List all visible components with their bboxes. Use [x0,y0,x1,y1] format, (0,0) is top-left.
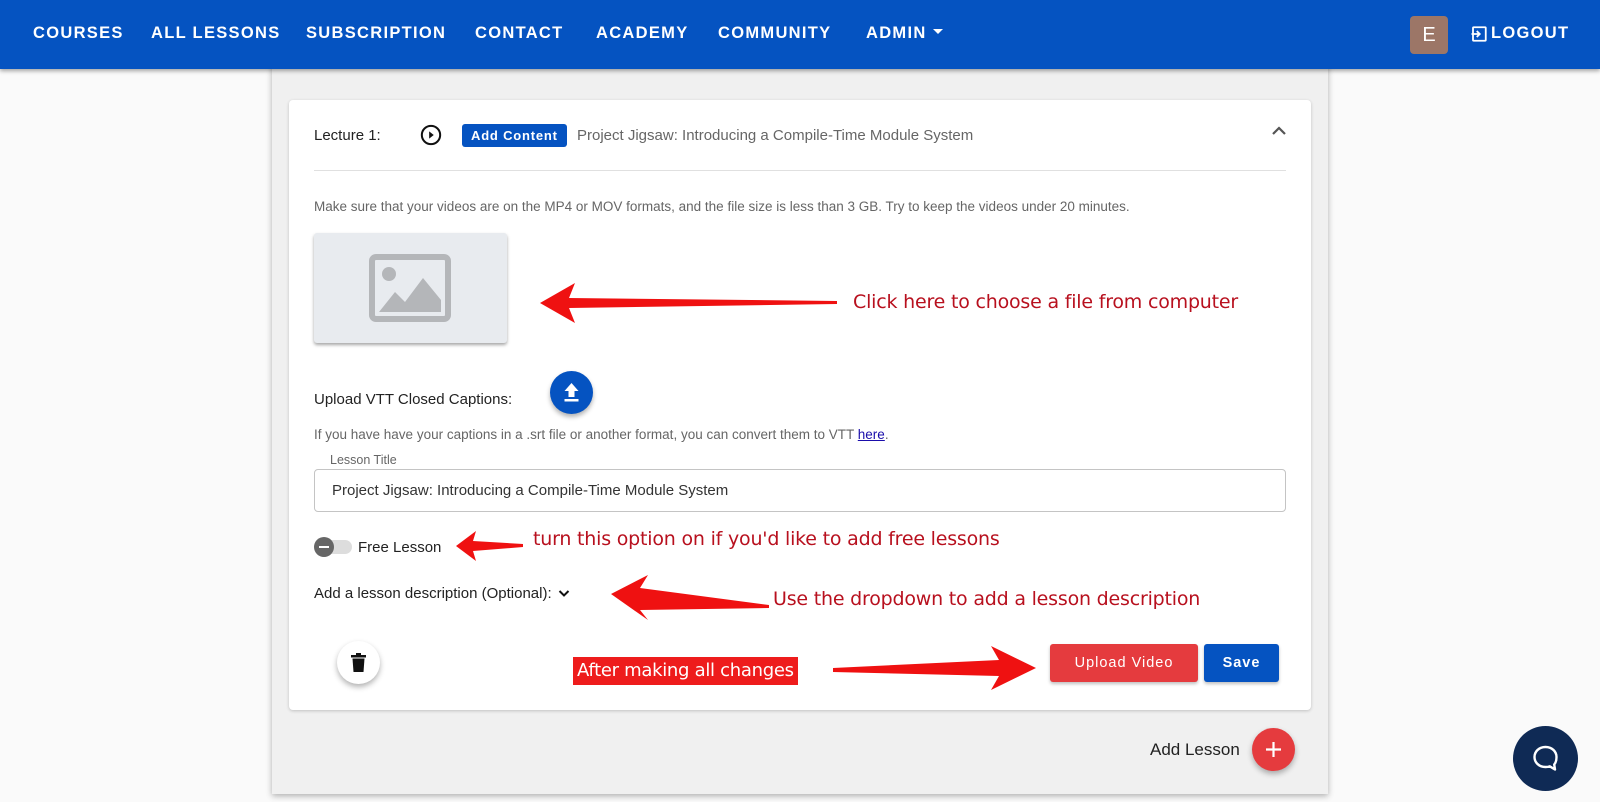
lecture-number: Lecture 1: [314,127,381,144]
add-lesson-label[interactable]: Add Lesson [1150,740,1240,760]
video-file-picker[interactable] [314,233,507,343]
add-content-button[interactable]: Add Content [462,124,567,147]
annotation-arrow-actions [833,646,1036,690]
nav-academy[interactable]: ACADEMY [596,24,689,43]
lesson-description-dropdown[interactable]: Add a lesson description (Optional): [314,585,570,602]
lesson-description-label: Add a lesson description (Optional): [314,585,552,602]
free-lesson-toggle[interactable] [314,537,354,557]
caret-down-icon [932,29,943,35]
annotation-free-lesson: turn this option on if you'd like to add… [533,528,1000,550]
chat-bubble-icon [1533,745,1558,771]
avatar[interactable]: E [1410,16,1448,54]
caption-convert-help: If you have have your captions in a .srt… [314,427,889,442]
caption-help-suffix: . [884,427,889,442]
save-button[interactable]: Save [1204,644,1279,682]
lecture-title: Project Jigsaw: Introducing a Compile-Ti… [577,127,974,144]
add-lesson-button[interactable] [1252,728,1295,771]
vtt-captions-label: Upload VTT Closed Captions: [314,391,513,408]
logout-button[interactable]: LOGOUT [1470,24,1569,43]
top-nav: COURSES ALL LESSONS SUBSCRIPTION CONTACT… [0,0,1600,69]
delete-lecture-button[interactable] [337,641,380,684]
nav-admin-label: ADMIN [866,24,927,42]
toggle-thumb [314,537,334,557]
annotation-description: Use the dropdown to add a lesson descrip… [773,588,1201,610]
support-chat-button[interactable] [1513,726,1578,791]
chevron-down-icon [558,590,569,597]
lesson-title-field [314,469,1286,512]
logout-icon [1471,25,1487,42]
logout-label: LOGOUT [1491,24,1570,42]
caption-help-text: If you have have your captions in a .srt… [314,427,858,442]
nav-contact[interactable]: CONTACT [475,24,564,43]
trash-icon [351,653,366,672]
lesson-title-label: Lesson Title [324,453,403,467]
nav-subscription[interactable]: SUBSCRIPTION [306,24,446,43]
annotation-after-changes: After making all changes [573,657,798,685]
video-format-hint: Make sure that your videos are on the MP… [314,199,1130,214]
upload-icon [564,383,579,402]
free-lesson-label: Free Lesson [358,539,442,556]
play-circle-icon[interactable] [420,124,442,146]
divider [314,170,1286,171]
annotation-choose-file: Click here to choose a file from compute… [853,291,1238,313]
lesson-title-input[interactable] [332,470,1272,511]
annotation-arrow-file [540,283,837,323]
nav-courses[interactable]: COURSES [33,24,124,43]
nav-community[interactable]: COMMUNITY [718,24,831,43]
plus-icon [1266,742,1281,757]
upload-video-button[interactable]: Upload Video [1050,644,1198,682]
nav-admin[interactable]: ADMIN [866,24,943,43]
image-placeholder-icon [369,254,451,322]
convert-here-link[interactable]: here [858,427,885,442]
chevron-up-icon[interactable] [1271,125,1287,137]
upload-vtt-button[interactable] [550,371,593,414]
annotation-arrow-free [456,531,523,561]
nav-all-lessons[interactable]: ALL LESSONS [151,24,281,43]
annotation-arrow-description [611,575,769,620]
